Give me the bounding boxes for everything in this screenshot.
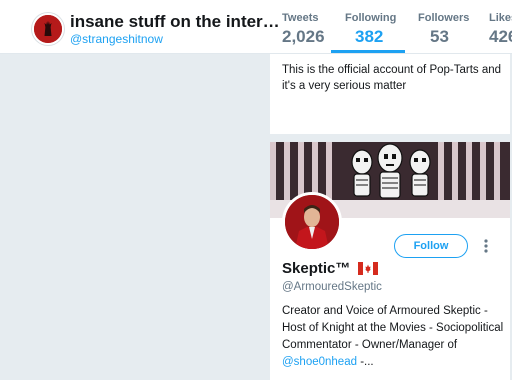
user-card-handle[interactable]: @ArmouredSkeptic — [282, 281, 382, 293]
user-avatar[interactable] — [282, 192, 342, 252]
stat-tweets-label: Tweets — [282, 12, 319, 24]
stat-followers[interactable]: Followers 53 — [418, 12, 469, 47]
user-card-bio: This is the official account of Pop-Tart… — [282, 64, 502, 92]
user-card-name-row[interactable]: Skeptic™ — [282, 260, 378, 277]
user-card-bio-text: Creator and Voice of Armoured Skeptic - … — [282, 305, 504, 351]
follow-button[interactable]: Follow — [394, 234, 468, 258]
more-options-icon[interactable] — [482, 238, 490, 254]
stat-tweets-value: 2,026 — [282, 27, 325, 46]
profile-avatar-image — [34, 15, 62, 43]
stat-tweets[interactable]: Tweets 2,026 — [282, 12, 325, 47]
stat-followers-value: 53 — [430, 27, 449, 46]
stat-likes-value: 426 — [489, 27, 512, 46]
stat-likes-label: Likes — [489, 12, 512, 24]
canada-flag-icon — [357, 262, 378, 275]
stat-followers-label: Followers — [418, 12, 470, 24]
stat-following-value: 382 — [355, 27, 384, 46]
profile-handle[interactable]: @strangeshitnow — [70, 32, 163, 46]
active-tab-indicator — [331, 50, 405, 53]
user-avatar-image — [285, 195, 339, 249]
profile-avatar[interactable] — [32, 13, 64, 45]
user-card-bio-tail: -... — [357, 356, 374, 368]
stat-likes[interactable]: Likes 426 — [489, 12, 512, 47]
user-card-name[interactable]: Skeptic™ — [282, 260, 350, 277]
user-card-bio: Creator and Voice of Armoured Skeptic - … — [282, 303, 504, 371]
stat-following[interactable]: Following 382 — [345, 12, 396, 47]
stat-following-label: Following — [345, 12, 397, 24]
user-card: This is the official account of Pop-Tart… — [270, 54, 510, 134]
profile-name[interactable]: insane stuff on the inter… — [70, 12, 280, 32]
bio-mention-link[interactable]: @shoe0nhead — [282, 356, 357, 368]
profile-nav-bar: insane stuff on the inter… @strangeshitn… — [0, 0, 512, 54]
user-card: Follow Skeptic™ @ArmouredSkeptic Creator… — [270, 142, 510, 380]
